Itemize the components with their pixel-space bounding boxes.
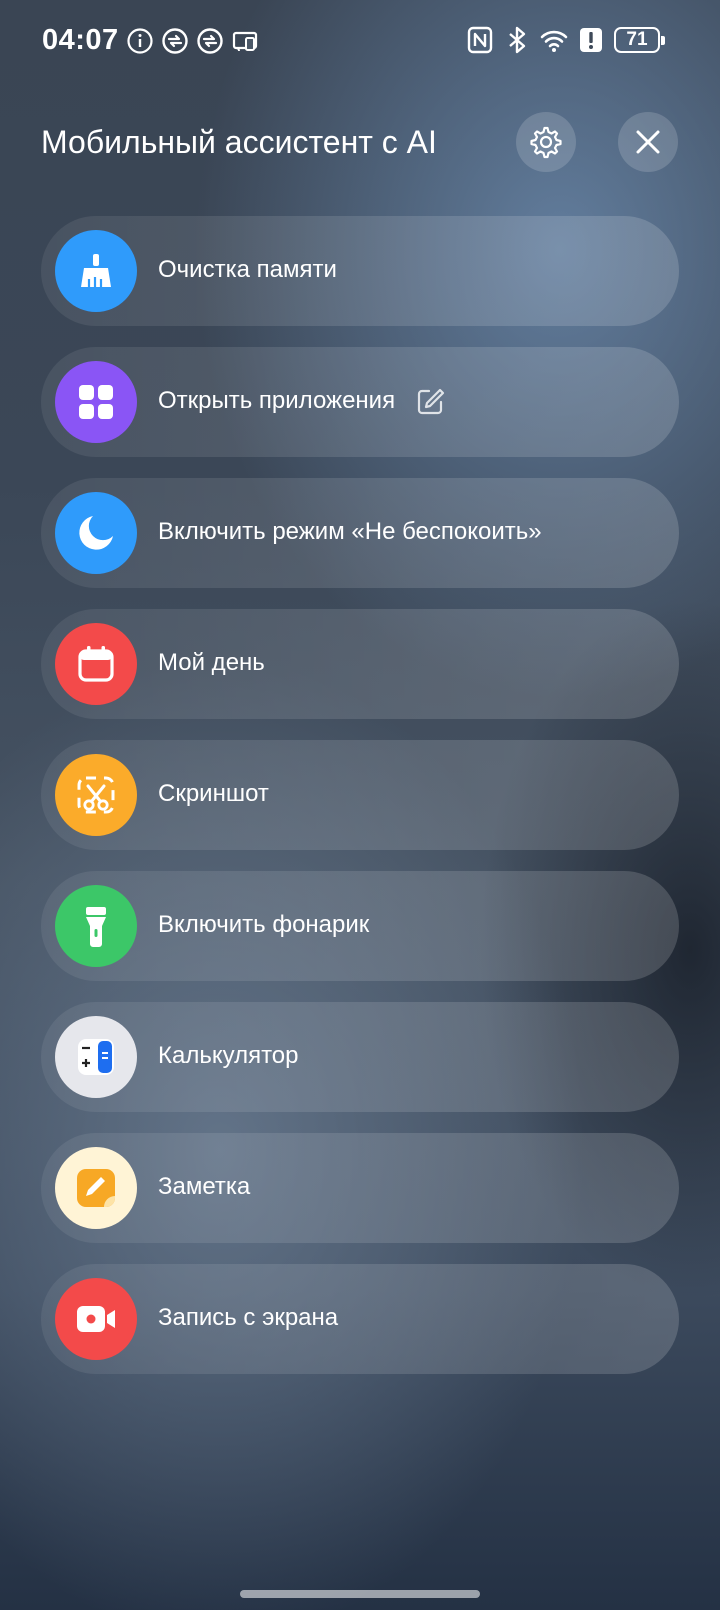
status-left-icons <box>126 27 259 55</box>
close-icon <box>636 130 660 154</box>
menu-item-do-not-disturb[interactable]: Включить режим «Не беспокоить» <box>41 478 679 588</box>
menu-item-screen-record[interactable]: Запись с экрана <box>41 1264 679 1374</box>
settings-button[interactable] <box>516 112 576 172</box>
gear-icon <box>530 126 562 159</box>
menu-item-my-day[interactable]: Мой день <box>41 609 679 719</box>
battery-level: 71 <box>626 29 648 50</box>
apps-grid-icon <box>55 361 137 443</box>
clock: 04:07 <box>42 24 119 56</box>
battery-icon: 71 <box>614 27 665 53</box>
wifi-icon <box>540 30 568 52</box>
menu-item-label: Калькулятор <box>158 1042 299 1069</box>
menu-item-screenshot[interactable]: Скриншот <box>41 740 679 850</box>
status-right-icons: 71 <box>466 26 665 54</box>
menu-item-calculator[interactable]: Калькулятор <box>41 1002 679 1112</box>
cast-icon <box>232 31 258 52</box>
calendar-icon <box>55 623 137 705</box>
header: Мобильный ассистент с AI <box>0 108 720 178</box>
info-icon <box>127 28 153 54</box>
status-bar: 04:07 71 <box>0 0 720 84</box>
menu-item-label: Мой день <box>158 649 265 676</box>
menu-item-memory-clean[interactable]: Очистка памяти <box>41 216 679 326</box>
menu-item-label: Очистка памяти <box>158 256 337 283</box>
sync-icon <box>162 28 188 54</box>
nfc-icon <box>467 26 493 54</box>
menu-item-flashlight[interactable]: Включить фонарик <box>41 871 679 981</box>
edit-icon[interactable] <box>415 387 445 417</box>
sync-icon <box>197 28 223 54</box>
menu-item-note[interactable]: Заметка <box>41 1133 679 1243</box>
moon-icon <box>55 492 137 574</box>
calculator-icon <box>55 1016 137 1098</box>
menu-item-label: Включить режим «Не беспокоить» <box>158 518 542 545</box>
menu-item-label: Запись с экрана <box>158 1304 339 1331</box>
bluetooth-icon <box>509 26 526 54</box>
menu-item-label: Скриншот <box>158 780 269 807</box>
broom-icon <box>55 230 137 312</box>
alert-icon <box>580 28 602 52</box>
menu-item-label: Заметка <box>158 1173 251 1200</box>
menu-item-label: Включить фонарик <box>158 911 370 938</box>
home-indicator[interactable] <box>240 1590 480 1598</box>
menu-item-label: Открыть приложения <box>158 387 396 414</box>
note-icon <box>55 1147 137 1229</box>
screen-record-icon <box>55 1278 137 1360</box>
page-title: Мобильный ассистент с AI <box>41 124 437 160</box>
scissors-icon <box>55 754 137 836</box>
flashlight-icon <box>55 885 137 967</box>
menu-item-open-apps[interactable]: Открыть приложения <box>41 347 679 457</box>
close-button[interactable] <box>618 112 678 172</box>
